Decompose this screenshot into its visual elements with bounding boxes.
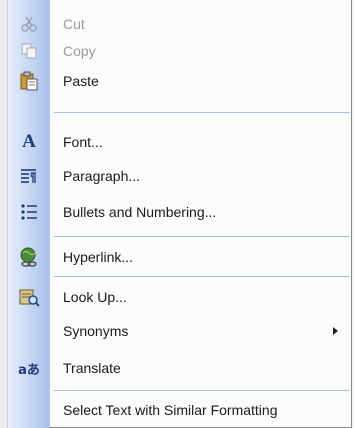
menu-item-label: Synonyms <box>63 323 129 339</box>
copy-icon <box>8 36 50 66</box>
menu-item-translate[interactable]: aあ Translate <box>8 353 352 383</box>
menu-separator <box>54 390 350 391</box>
menu-item-label: Paste <box>63 73 99 89</box>
menu-item-copy[interactable]: Copy <box>8 36 352 66</box>
menu-item-hyperlink[interactable]: Hyperlink... <box>8 242 352 272</box>
menu-item-font[interactable]: A Font... <box>8 127 352 157</box>
menu-item-label: Bullets and Numbering... <box>63 204 217 220</box>
research-icon <box>8 282 50 312</box>
select-similar-icon-slot <box>8 395 50 425</box>
menu-item-label: Paragraph... <box>63 168 141 184</box>
menu-item-label: Look Up... <box>63 289 127 305</box>
menu-item-bullets-numbering[interactable]: Bullets and Numbering... <box>8 197 352 227</box>
menu-item-paragraph[interactable]: Paragraph... <box>8 161 352 191</box>
menu-item-label: Hyperlink... <box>63 249 134 265</box>
menu-separator <box>54 112 350 113</box>
translate-icon: aあ <box>18 362 40 378</box>
menu-separator <box>54 236 350 237</box>
menu-item-label: Font... <box>63 134 103 150</box>
menu-item-look-up[interactable]: Look Up... <box>8 282 352 312</box>
menu-item-synonyms[interactable]: Synonyms <box>8 316 352 346</box>
bullets-icon <box>8 197 50 227</box>
submenu-arrow-icon <box>333 327 338 335</box>
context-menu: Cut Copy Paste A Font... Paragraph... Bu… <box>0 0 352 428</box>
menu-item-cut[interactable]: Cut <box>8 9 352 39</box>
menu-item-label: Translate <box>63 360 121 376</box>
paragraph-icon <box>8 161 50 191</box>
font-icon: A <box>22 131 36 152</box>
scissors-icon <box>8 9 50 39</box>
menu-item-label: Copy <box>63 43 96 59</box>
synonyms-icon-slot <box>8 316 50 346</box>
hyperlink-icon <box>8 242 50 272</box>
menu-item-label: Cut <box>63 16 85 32</box>
menu-separator <box>54 276 350 277</box>
menu-item-select-similar-formatting[interactable]: Select Text with Similar Formatting <box>8 395 352 425</box>
menu-item-paste[interactable]: Paste <box>8 66 352 96</box>
menu-item-label: Select Text with Similar Formatting <box>63 402 278 418</box>
menu-left-edge <box>0 0 8 428</box>
paste-icon <box>8 66 50 96</box>
